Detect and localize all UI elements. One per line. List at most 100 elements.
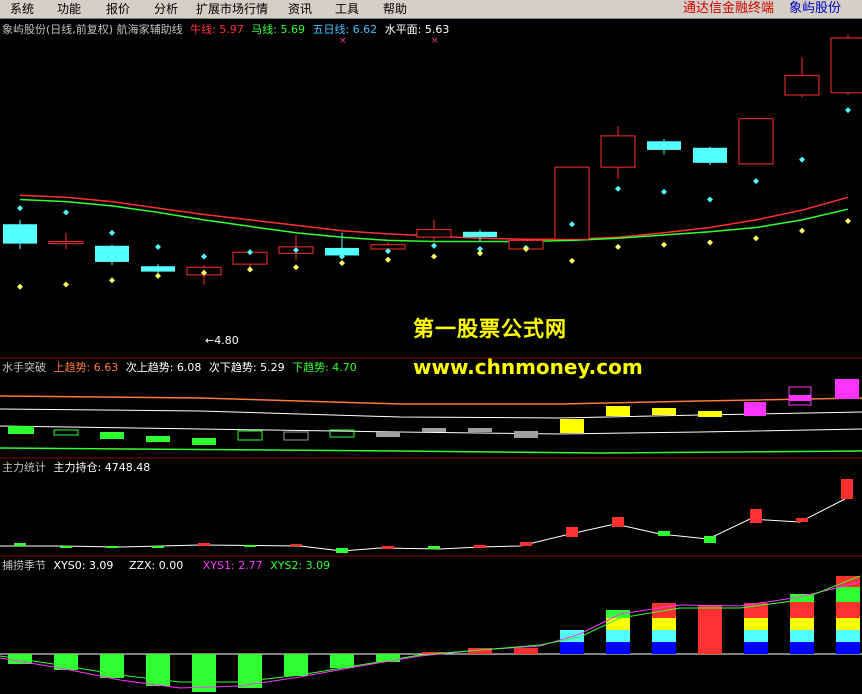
indicator-sub-down-trend: 次下趋势: 5.29	[208, 361, 285, 374]
menu-item-quote[interactable]: 报价	[106, 1, 130, 17]
cyan-signal-dot	[201, 253, 207, 260]
breakout-bar	[468, 428, 492, 432]
panel2-header: 水手突破 上趋势: 6.63 次上趋势: 6.08 次下趋势: 5.29 下趋势…	[2, 361, 361, 374]
season-bar	[836, 587, 860, 602]
yellow-signal-dot	[155, 272, 161, 279]
up-trend-line	[0, 395, 862, 405]
holding-bar	[336, 548, 348, 553]
season-bar	[744, 630, 768, 642]
breakout-indicator-chart[interactable]	[0, 374, 862, 458]
cyan-signal-dot	[109, 229, 115, 236]
yellow-signal-dot	[615, 243, 621, 250]
indicator-down-trend: 下趋势: 4.70	[292, 361, 357, 374]
season-bar	[606, 618, 630, 630]
season-bar	[606, 642, 630, 654]
season-bar	[146, 654, 170, 686]
panel3-title: 主力统计	[2, 461, 46, 474]
cyan-signal-dot	[615, 185, 621, 192]
cyan-signal-dot	[753, 178, 759, 185]
holding-bar	[106, 546, 118, 548]
cyan-signal-dot	[799, 156, 805, 163]
candlestick-chart[interactable]	[0, 19, 862, 359]
candle-body	[48, 240, 84, 245]
breakout-bar	[422, 428, 446, 432]
cyan-signal-dot	[661, 188, 667, 195]
yellow-signal-dot	[109, 277, 115, 284]
menu-item-function[interactable]: 功能	[57, 1, 81, 17]
menu-item-news[interactable]: 资讯	[288, 1, 312, 17]
yellow-signal-dot	[845, 218, 851, 224]
yellow-signal-dot	[661, 241, 667, 248]
low-price-label: ←4.80	[205, 334, 239, 347]
yellow-signal-dot	[63, 281, 69, 288]
sub-up-trend-line	[0, 408, 862, 419]
holding-bar	[520, 542, 532, 546]
cyan-signal-dot	[155, 243, 161, 250]
candle-body	[738, 118, 774, 165]
breakout-bar	[283, 431, 309, 441]
candle-body	[830, 37, 862, 94]
season-bar	[790, 618, 814, 630]
menu-item-tools[interactable]: 工具	[335, 1, 359, 17]
breakout-bar	[606, 406, 630, 416]
brand-link-stock[interactable]: 象屿股份	[789, 1, 841, 17]
candle-body	[693, 147, 727, 163]
season-bar	[836, 602, 860, 618]
candle-body	[784, 75, 820, 96]
holding-bar	[796, 518, 808, 522]
cyan-signal-dot	[845, 107, 851, 114]
yellow-signal-dot	[799, 227, 805, 234]
season-bar	[652, 630, 676, 642]
season-bar	[514, 648, 538, 654]
holding-bar	[60, 546, 72, 548]
yellow-signal-dot	[431, 253, 437, 260]
indicator-xys2: XYS2: 3.09	[270, 559, 331, 572]
season-bar	[836, 630, 860, 642]
menu-item-analysis[interactable]: 分析	[154, 1, 178, 17]
season-bar	[836, 618, 860, 630]
yellow-signal-dot	[339, 260, 345, 266]
breakout-bar	[698, 411, 722, 417]
main-holding-line	[0, 498, 846, 552]
season-bar	[744, 642, 768, 654]
holding-bar	[612, 517, 624, 527]
menu-item-system[interactable]: 系统	[10, 1, 34, 17]
breakout-bar	[376, 432, 400, 437]
yellow-signal-dot	[17, 283, 23, 290]
indicator-zzx: ZZX: 0.00	[128, 559, 184, 572]
holding-bar	[704, 536, 716, 543]
watermark-title: 第一股票公式网	[413, 317, 567, 341]
holding-bar	[474, 545, 486, 548]
holding-bar	[198, 543, 210, 546]
indicator-up-trend: 上趋势: 6.63	[53, 361, 119, 374]
season-bar	[560, 642, 584, 654]
yellow-signal-dot	[293, 264, 299, 271]
menu-item-help[interactable]: 帮助	[383, 1, 407, 17]
breakout-bar	[237, 430, 263, 441]
breakout-bar	[744, 402, 766, 416]
holding-bar	[244, 545, 256, 547]
menu-bar: 系统 功能 报价 分析 扩展市场行情 资讯 工具 帮助 通达信金融终端 象屿股份	[0, 0, 862, 19]
breakout-bar	[514, 431, 538, 438]
candle-body	[600, 135, 636, 168]
watermark-url[interactable]: www.chnmoney.com	[413, 355, 643, 379]
season-bar	[698, 605, 722, 654]
brand-link-terminal[interactable]: 通达信金融终端	[683, 1, 774, 17]
yellow-signal-dot	[385, 256, 391, 263]
holding-bar	[152, 546, 164, 548]
indicator-xys1: XYS1: 2.77	[202, 559, 263, 572]
season-bar	[100, 654, 124, 678]
panel4-header: 捕捞季节 XYS0: 3.09 ZZX: 0.00 XYS1: 2.77 XYS…	[2, 559, 334, 572]
holding-bar	[428, 546, 440, 549]
yellow-signal-dot	[569, 257, 575, 264]
season-bar	[790, 630, 814, 642]
candle-body	[463, 231, 497, 238]
candle-body	[95, 245, 129, 262]
candle-body	[141, 266, 175, 272]
menu-item-extended-market[interactable]: 扩展市场行情	[196, 1, 268, 17]
fishing-season-chart[interactable]	[0, 572, 862, 694]
candle-body	[647, 141, 681, 150]
main-force-chart[interactable]	[0, 474, 862, 558]
season-bar	[790, 602, 814, 618]
panel4-title: 捕捞季节	[2, 559, 46, 572]
